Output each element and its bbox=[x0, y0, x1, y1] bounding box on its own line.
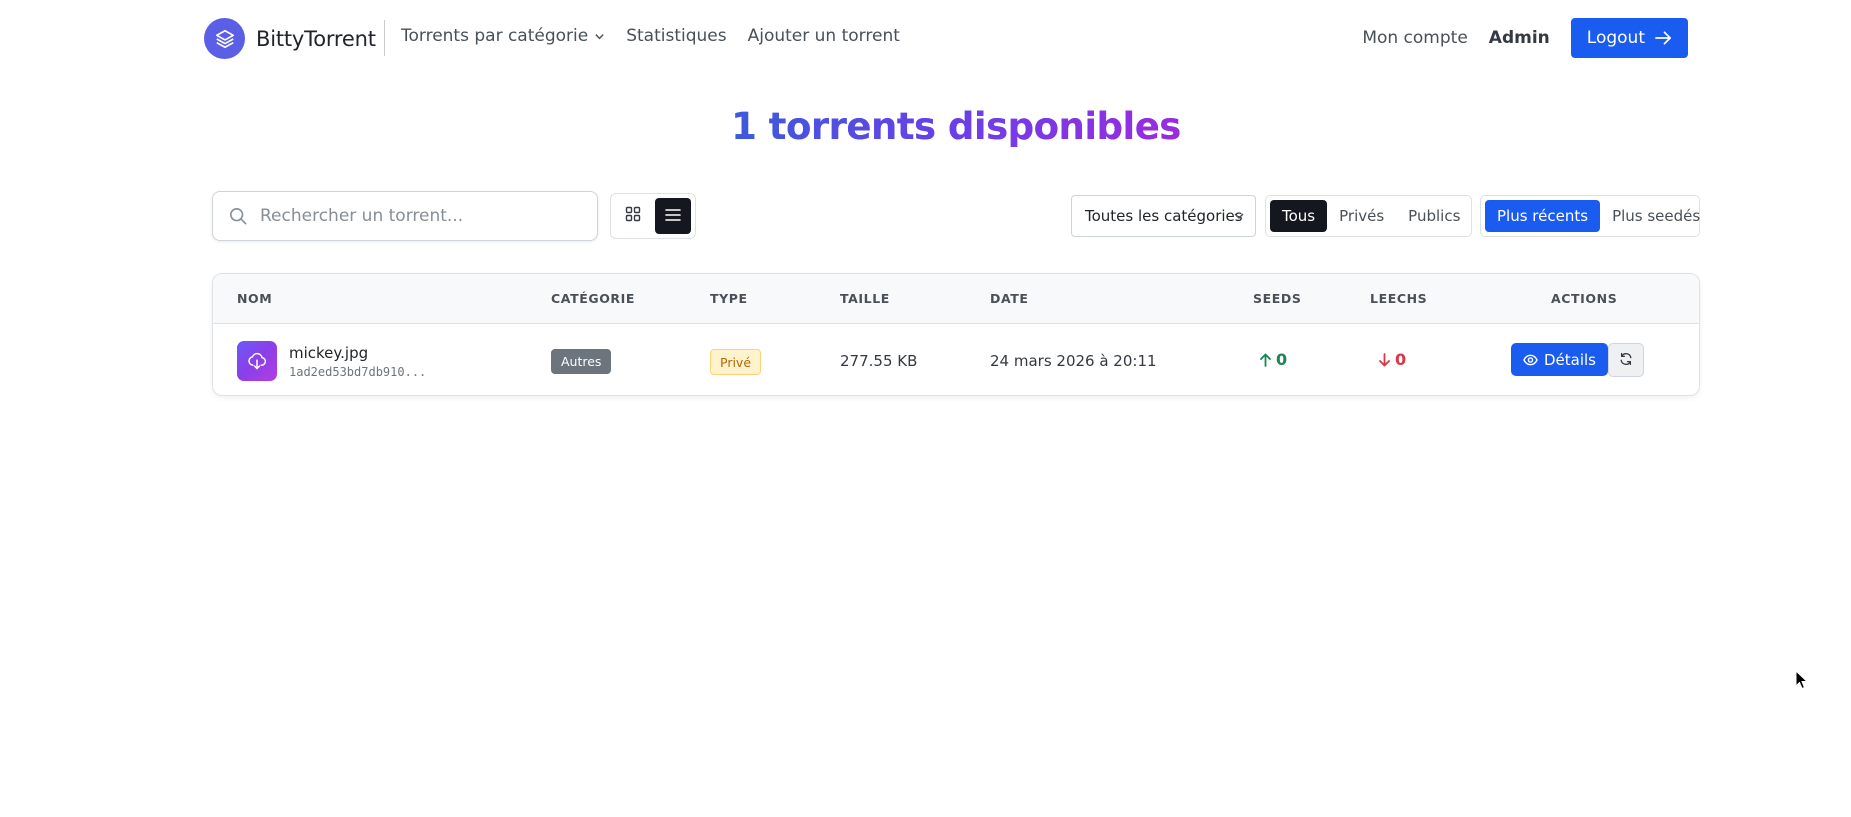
type-filter-group: Tous Privés Publics bbox=[1265, 195, 1472, 237]
table-row[interactable]: mickey.jpg 1ad2ed53bd7db910... Autres Pr… bbox=[213, 324, 1699, 395]
category-select[interactable]: Toutes les catégories bbox=[1071, 195, 1256, 237]
nav-statistics[interactable]: Statistiques bbox=[626, 26, 726, 46]
filter-private-button[interactable]: Privés bbox=[1327, 200, 1396, 232]
search-icon bbox=[229, 207, 247, 225]
eye-icon bbox=[1523, 354, 1538, 365]
my-account-link[interactable]: Mon compte bbox=[1362, 28, 1467, 48]
table-header: NOM CATÉGORIE TYPE TAILLE DATE SEEDS LEE… bbox=[213, 274, 1699, 324]
admin-link[interactable]: Admin bbox=[1489, 28, 1550, 48]
category-select-value: Toutes les catégories bbox=[1085, 207, 1243, 225]
brand-divider bbox=[384, 20, 385, 56]
header-size[interactable]: TAILLE bbox=[840, 291, 890, 306]
details-label: Détails bbox=[1544, 350, 1597, 369]
nav-user-area: Mon compte Admin Logout bbox=[1362, 18, 1688, 58]
arrow-right-icon bbox=[1655, 31, 1672, 45]
header-seeds[interactable]: SEEDS bbox=[1253, 291, 1301, 306]
nav-categories-label: Torrents par catégorie bbox=[401, 26, 589, 46]
arrow-up-icon bbox=[1260, 353, 1271, 367]
category-badge: Autres bbox=[551, 349, 612, 374]
nav-add-torrent[interactable]: Ajouter un torrent bbox=[748, 26, 900, 46]
mouse-cursor-icon bbox=[1795, 669, 1809, 694]
refresh-icon bbox=[1619, 351, 1633, 370]
torrent-name[interactable]: mickey.jpg bbox=[289, 344, 368, 362]
top-navbar: BittyTorrent Torrents par catégorie Stat… bbox=[0, 0, 1851, 76]
header-category[interactable]: CATÉGORIE bbox=[551, 291, 635, 306]
grid-icon bbox=[625, 206, 641, 226]
seeds-value: 0 bbox=[1276, 350, 1288, 369]
layers-logo-icon bbox=[204, 18, 245, 59]
search-box bbox=[212, 191, 598, 241]
filter-all-button[interactable]: Tous bbox=[1270, 200, 1328, 232]
nav-categories-dropdown[interactable]: Torrents par catégorie bbox=[401, 26, 605, 46]
page-title: 1 torrents disponibles bbox=[0, 105, 1851, 148]
nav-links: Torrents par catégorie Statistiques Ajou… bbox=[401, 26, 921, 46]
leechs-count: 0 bbox=[1379, 350, 1406, 369]
view-mode-toggle bbox=[610, 193, 696, 239]
seeds-count: 0 bbox=[1260, 350, 1287, 369]
torrent-hash: 1ad2ed53bd7db910... bbox=[289, 365, 427, 379]
type-badge: Privé bbox=[710, 349, 762, 375]
torrent-date: 24 mars 2026 à 20:11 bbox=[990, 352, 1157, 370]
list-icon bbox=[665, 207, 681, 226]
search-input[interactable] bbox=[260, 206, 560, 226]
grid-view-button[interactable] bbox=[615, 198, 651, 234]
header-actions: ACTIONS bbox=[1551, 291, 1618, 306]
header-date[interactable]: DATE bbox=[990, 291, 1029, 306]
logout-button[interactable]: Logout bbox=[1570, 18, 1688, 58]
leechs-value: 0 bbox=[1395, 350, 1407, 369]
cloud-download-icon bbox=[237, 341, 277, 381]
logout-label: Logout bbox=[1586, 28, 1645, 48]
torrent-size: 277.55 KB bbox=[840, 352, 918, 370]
arrow-down-icon bbox=[1379, 352, 1390, 366]
chevron-down-icon bbox=[594, 31, 605, 42]
header-type[interactable]: TYPE bbox=[710, 291, 748, 306]
header-name[interactable]: NOM bbox=[237, 291, 272, 306]
sort-group: Plus récents Plus seedés bbox=[1480, 195, 1700, 237]
brand-name: BittyTorrent bbox=[256, 26, 376, 51]
details-button[interactable]: Détails bbox=[1511, 343, 1609, 376]
sort-recent-button[interactable]: Plus récents bbox=[1485, 200, 1601, 232]
refresh-button[interactable] bbox=[1608, 343, 1644, 377]
brand-link[interactable]: BittyTorrent bbox=[204, 18, 376, 59]
chevron-down-icon bbox=[1233, 210, 1245, 222]
header-leechs[interactable]: LEECHS bbox=[1370, 291, 1427, 306]
torrents-table: NOM CATÉGORIE TYPE TAILLE DATE SEEDS LEE… bbox=[212, 273, 1700, 396]
list-view-button[interactable] bbox=[655, 198, 691, 234]
filter-public-button[interactable]: Publics bbox=[1396, 200, 1472, 232]
page-title-text: 1 torrents disponibles bbox=[731, 105, 1181, 148]
sort-seeded-button[interactable]: Plus seedés bbox=[1600, 200, 1712, 232]
